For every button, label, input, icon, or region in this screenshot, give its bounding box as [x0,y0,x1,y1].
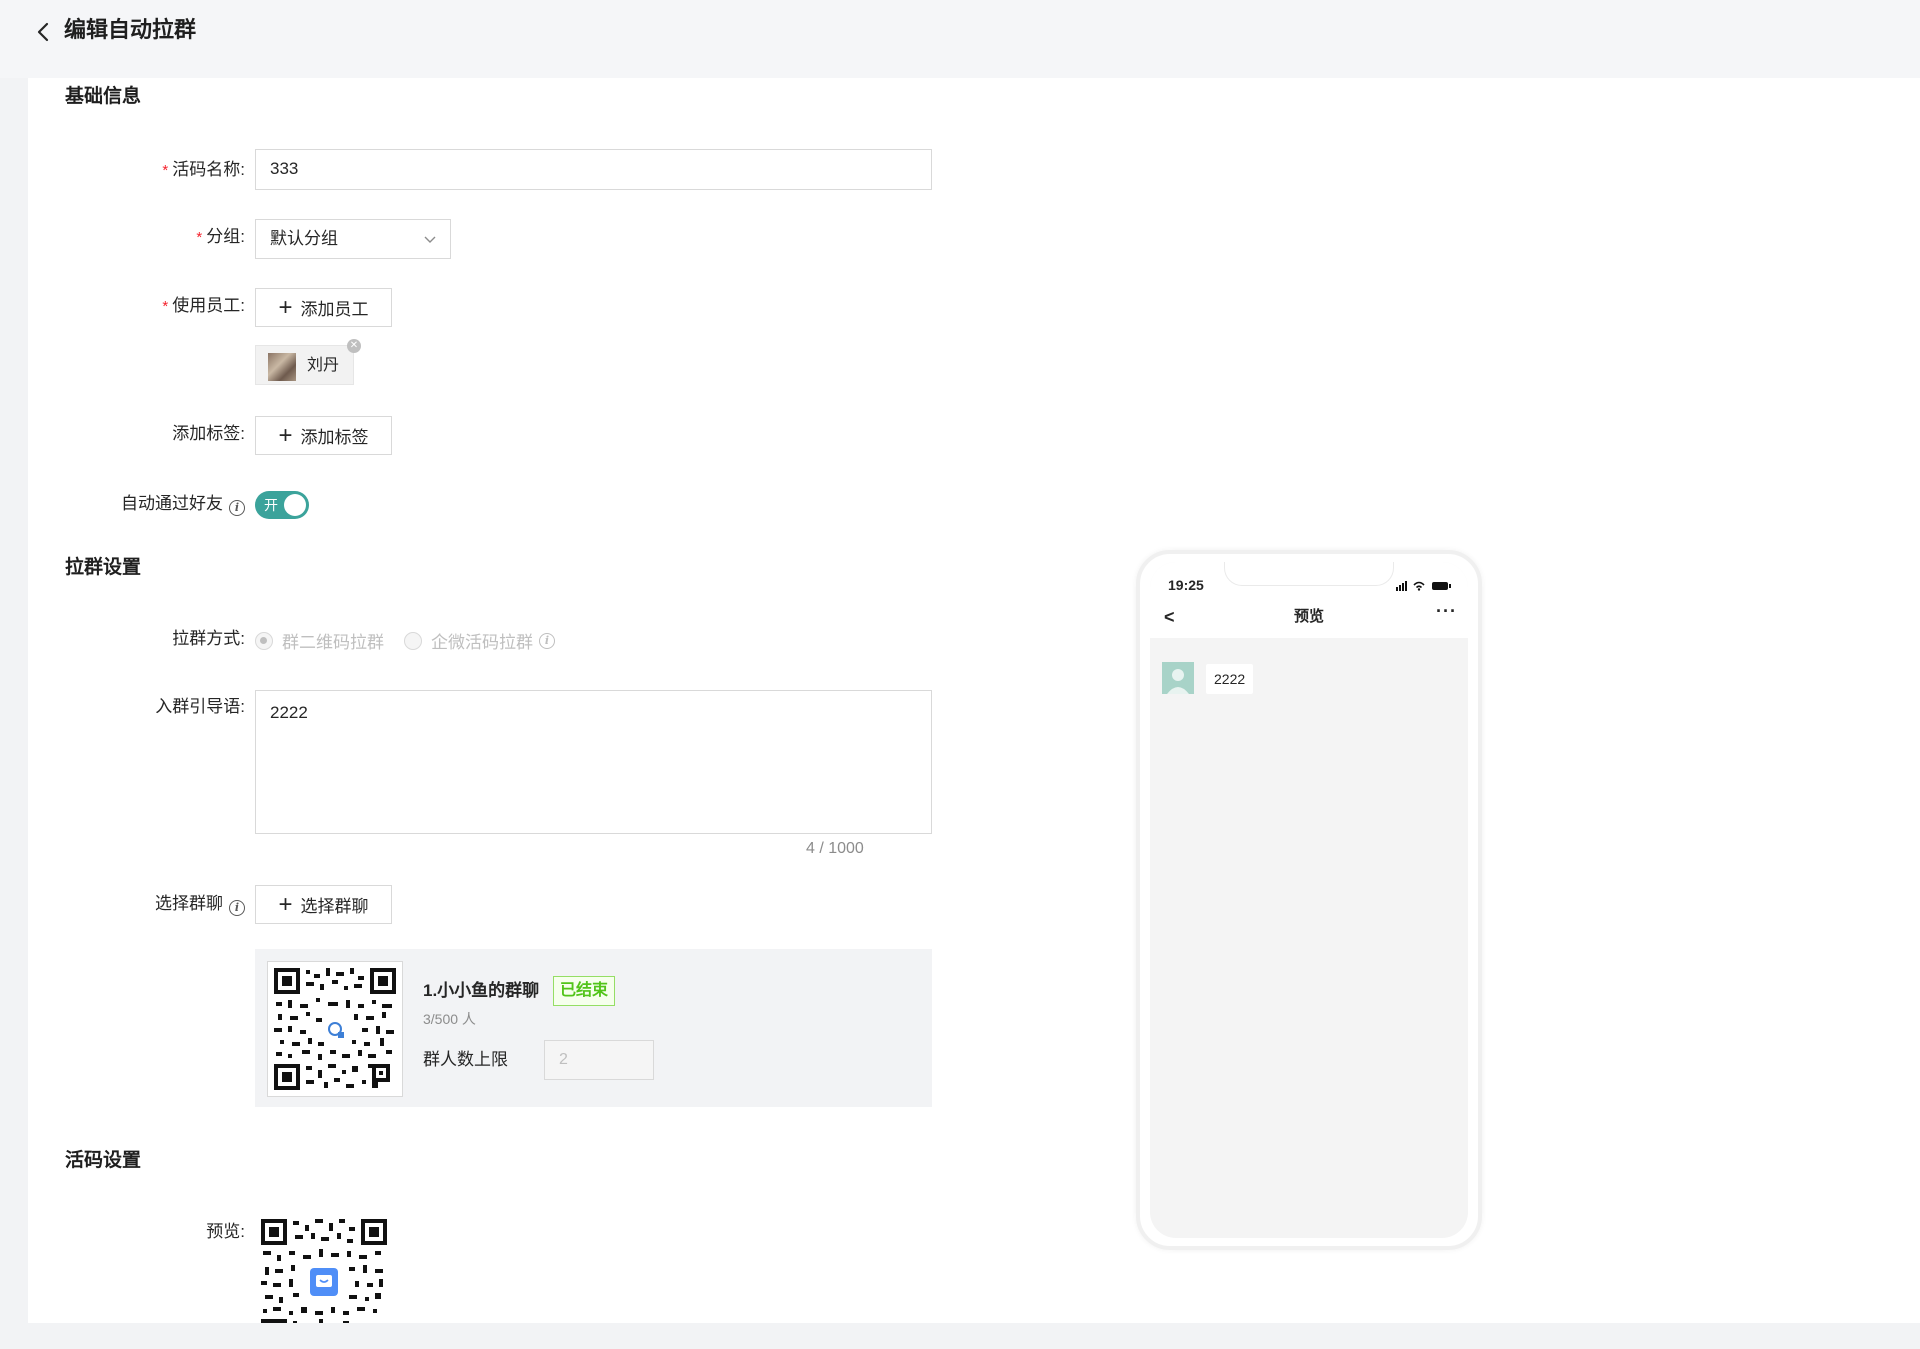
member-limit-input: 2 [544,1040,654,1080]
chat-message: 2222 [1206,664,1254,694]
chevron-down-icon [424,236,436,243]
select-chat-button[interactable]: + 选择群聊 [255,885,392,924]
phone-notch [1224,562,1394,586]
phone-title: 预览 [1293,608,1324,625]
auto-accept-toggle[interactable]: 开 [255,491,309,519]
char-counter: 4 / 1000 [806,840,864,857]
group-select[interactable]: 默认分组 [255,219,451,259]
member-limit-label: 群人数上限 [423,1050,508,1069]
section-basic-title: 基础信息 [65,86,142,107]
method-label: 拉群方式: [172,629,245,648]
employee-tag: 刘丹 ✕ [255,339,361,385]
status-icons [1396,581,1451,591]
status-badge: 已结束 [553,976,616,1006]
plus-icon: + [278,890,293,918]
info-icon[interactable]: i [229,900,245,916]
phone-header: 19:25 < 预览 ··· [1150,562,1468,638]
more-icon: ··· [1436,601,1457,621]
info-icon[interactable]: i [229,500,245,516]
plus-icon: + [278,293,293,321]
section-code-title: 活码设置 [65,1150,142,1171]
section-group-title: 拉群设置 [65,557,142,578]
add-staff-button[interactable]: + 添加员工 [255,288,392,327]
group-card: 1.小小鱼的群聊 已结束 3/500 人 群人数上限 2 [255,949,932,1107]
phone-screen: 19:25 < 预览 ··· 2222 [1150,562,1468,1238]
page-title: 编辑自动拉群 [64,17,197,42]
guide-label: 入群引导语: [155,697,245,716]
qr-code-icon [272,966,398,1092]
group-member-count: 3/500 人 [423,1011,476,1027]
chat-avatar [1162,662,1194,694]
top-bar: 编辑自动拉群 [0,0,1920,78]
employee-name: 刘丹 [307,357,340,374]
back-arrow-icon[interactable] [30,18,58,46]
group-qr-code [267,961,403,1097]
radio-wecom-code[interactable] [404,631,422,650]
close-icon[interactable]: ✕ [347,339,361,353]
tags-label: 添加标签: [172,424,245,443]
radio-qr-group[interactable] [255,631,273,650]
form-panel: 基础信息 * 活码名称: 333 * 分组: 默认分组 * 使用员工: + 添加员工 刘… [28,78,1920,1323]
name-label: * 活码名称: [162,160,245,179]
toggle-knob [284,494,306,516]
method-radio-group: 群二维码拉群 企微活码拉群 i [255,628,555,653]
phone-preview: 19:25 < 预览 ··· 2222 [1136,550,1482,1250]
guide-textarea[interactable]: 2222 [255,690,932,834]
auto-accept-label: 自动通过好友 i [28,492,245,516]
phone-time: 19:25 [1168,577,1204,593]
info-icon[interactable]: i [539,632,555,649]
staff-label: * 使用员工: [162,296,245,315]
group-select-value: 默认分组 [270,229,338,248]
plus-icon: + [278,421,293,449]
preview-label: 预览: [206,1222,245,1241]
group-label: * 分组: [196,227,245,246]
code-name-input[interactable]: 333 [255,149,932,190]
live-qr-code [259,1217,389,1323]
avatar [268,353,296,381]
add-tag-button[interactable]: + 添加标签 [255,416,392,455]
chat-label: 选择群聊 i [28,892,245,916]
group-name: 1.小小鱼的群聊 [423,981,540,1000]
